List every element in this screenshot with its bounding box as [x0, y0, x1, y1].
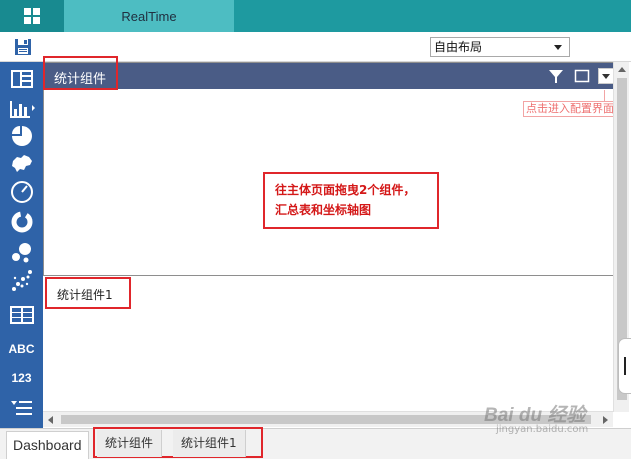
widget-header[interactable]: 统计组件	[44, 63, 614, 89]
horizontal-scroll-thumb[interactable]	[61, 415, 591, 424]
gauge-icon	[10, 181, 33, 203]
instruction-note-line2: 汇总表和坐标轴图	[275, 203, 372, 217]
top-bar: RealTime	[0, 0, 631, 32]
layout-select[interactable]: 自由布局	[430, 37, 570, 57]
widget-title-highlight	[43, 56, 118, 90]
pie-chart-icon	[11, 126, 32, 146]
scatter-chart-icon	[11, 270, 32, 291]
filter-icon[interactable]	[548, 68, 564, 84]
widget2-title: 统计组件1	[57, 288, 113, 302]
sidebar-item-ring-chart[interactable]	[4, 209, 39, 235]
sidebar-item-bubble-chart[interactable]	[4, 239, 39, 265]
component-sidebar: ABC 123	[0, 62, 43, 428]
grid-menu-icon	[24, 8, 40, 24]
scroll-up-icon[interactable]	[618, 67, 626, 72]
map-icon	[11, 155, 32, 172]
sidebar-item-grid-table[interactable]	[4, 302, 39, 328]
side-panel-handle[interactable]	[618, 338, 631, 394]
layout-select-value: 自由布局	[434, 40, 483, 54]
save-icon[interactable]	[14, 38, 32, 56]
sidebar-item-text[interactable]: ABC	[4, 336, 39, 362]
tab-widget[interactable]: 统计组件	[97, 430, 163, 457]
instruction-note: 往主体页面拖曳2个组件， 汇总表和坐标轴图	[263, 172, 439, 229]
sidebar-item-gauge[interactable]	[4, 179, 39, 205]
dashboard-canvas[interactable]: 统计组件 点击进入配置界面 往主体页面拖曳2个组件， 汇总表和坐标轴图 统计组件…	[43, 56, 616, 412]
bottom-tab-bar: Dashboard 统计组件 统计组件1	[0, 427, 631, 459]
tab-widget-1[interactable]: 统计组件1	[173, 430, 246, 457]
chevron-down-icon	[554, 45, 562, 50]
sidebar-item-scatter-chart[interactable]	[4, 268, 39, 294]
sidebar-item-bar-chart[interactable]	[4, 95, 39, 121]
home-button[interactable]	[0, 0, 64, 32]
scroll-right-icon[interactable]	[603, 416, 608, 424]
list-filter-icon	[10, 401, 32, 415]
bubble-chart-icon	[11, 243, 31, 263]
config-hint: 点击进入配置界面	[523, 101, 615, 117]
tab-realtime[interactable]: RealTime	[64, 0, 234, 32]
statistics-widget[interactable]: 统计组件 点击进入配置界面 往主体页面拖曳2个组件， 汇总表和坐标轴图	[43, 62, 615, 276]
handle-grip-icon	[624, 357, 626, 375]
tab-dashboard[interactable]: Dashboard	[6, 431, 89, 459]
horizontal-scrollbar[interactable]	[43, 411, 613, 427]
sidebar-item-table-layout[interactable]	[4, 66, 39, 92]
ring-chart-icon	[11, 211, 32, 233]
scroll-left-icon[interactable]	[48, 416, 53, 424]
dropdown-menu-icon[interactable]	[598, 68, 614, 84]
instruction-note-line1: 往主体页面拖曳2个组件，	[275, 183, 416, 197]
bar-chart-icon	[9, 101, 35, 118]
sidebar-item-list-filter[interactable]	[4, 395, 39, 421]
sidebar-item-pie-chart[interactable]	[4, 123, 39, 149]
widget2-title-highlight[interactable]: 统计组件1	[45, 277, 131, 309]
grid-table-icon	[9, 306, 34, 324]
hint-pointer-line	[604, 90, 605, 101]
sidebar-item-number[interactable]: 123	[4, 365, 39, 391]
maximize-icon[interactable]	[574, 68, 590, 84]
bottom-tabs-highlight: 统计组件 统计组件1	[93, 427, 263, 458]
table-layout-icon	[10, 70, 33, 88]
sidebar-item-map[interactable]	[4, 151, 39, 177]
